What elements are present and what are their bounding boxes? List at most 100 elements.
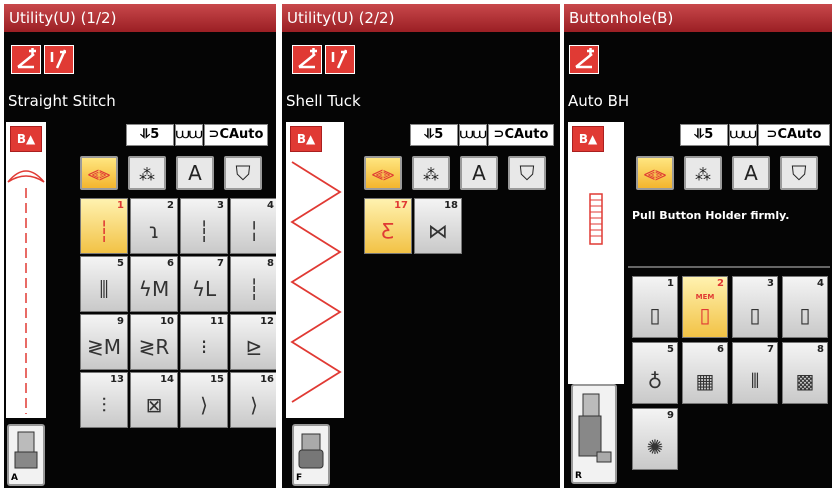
stitch-pattern-icon: ♁ xyxy=(647,369,663,393)
stitch-button-1[interactable]: 1 ▯ xyxy=(632,276,678,338)
category-garment-button[interactable]: ⛉ xyxy=(780,156,818,190)
letter-a-icon: A xyxy=(188,161,202,185)
stitch-button-12[interactable]: 12 ⊵ xyxy=(230,314,276,370)
stitch-button-10[interactable]: 10 ≷R xyxy=(130,314,178,370)
stitch-button-2[interactable]: 2ɿ xyxy=(130,198,178,254)
stitch-button-15[interactable]: 15 ⟩ xyxy=(180,372,228,428)
stitch-length-indicator[interactable]: ⥥5 xyxy=(126,124,174,146)
needle-stop-button[interactable] xyxy=(325,45,355,74)
tension-value: Auto xyxy=(228,127,264,142)
stitch-button-9[interactable]: 9 ✺ xyxy=(632,408,678,470)
stitch-pattern-icon: ≷R xyxy=(138,335,170,359)
shirt-icon: ⛉ xyxy=(519,161,535,185)
feed-dog-indicator[interactable]: ⩊⩊ xyxy=(459,124,487,146)
stitch-button-18[interactable]: 18 ⋈ xyxy=(414,198,462,254)
stitch-button-17[interactable]: 17 Ƹ xyxy=(364,198,412,254)
stitch-length-indicator[interactable]: ⥥5 xyxy=(410,124,458,146)
foot-letter: A xyxy=(11,473,18,483)
category-decorative-button[interactable]: ⁂ xyxy=(412,156,450,190)
tension-value: Auto xyxy=(513,127,549,142)
stitch-button-9[interactable]: 9 ≷M xyxy=(80,314,128,370)
stitch-button-8[interactable]: 8 ▩ xyxy=(782,342,828,404)
stitch-number: 4 xyxy=(817,278,824,289)
stitch-button-4[interactable]: 4 ╎ xyxy=(230,198,276,254)
category-garment-button[interactable]: ⛉ xyxy=(224,156,262,190)
category-decorative-button[interactable]: ⁂ xyxy=(128,156,166,190)
panel-utility-2: Utility(U) (2/2) Shell Tuck B▲ F ⥥5 ⩊⩊ ⊃… xyxy=(282,4,560,488)
stitch-button-3[interactable]: 3 ┆ xyxy=(180,198,228,254)
category-utility-button[interactable]: ⫷⫸ xyxy=(80,156,118,190)
stitch-number: 18 xyxy=(444,200,458,211)
foot-letter: R xyxy=(575,471,582,481)
stitch-button-16[interactable]: 16 ⟩ xyxy=(230,372,276,428)
stitch-number: 11 xyxy=(210,316,224,327)
shell-tuck-preview-icon xyxy=(290,161,342,403)
feed-dog-indicator[interactable]: ⩊⩊ xyxy=(175,124,203,146)
stitch-pattern-icon: ⫶ xyxy=(101,393,107,417)
stitch-button-6[interactable]: 6 ▦ xyxy=(682,342,728,404)
stitch-button-11[interactable]: 11 ⁝ xyxy=(180,314,228,370)
tension-indicator[interactable]: ⊃CAuto xyxy=(204,124,268,146)
stitch-pattern-icon: ┆ xyxy=(247,277,261,301)
stitch-button-6[interactable]: 6 ϟM xyxy=(130,256,178,312)
category-letters-button[interactable]: A xyxy=(732,156,770,190)
stitch-pattern-icon: ┆ xyxy=(97,219,111,243)
stitch-length-indicator[interactable]: ⥥5 xyxy=(680,124,728,146)
stitch-button-4[interactable]: 4 ▯ xyxy=(782,276,828,338)
stitch-pattern-icon: ▯ xyxy=(699,303,711,327)
tension-indicator[interactable]: ⊃CAuto xyxy=(758,124,830,146)
stitch-name: Shell Tuck xyxy=(286,92,361,110)
stitch-pattern-icon: Ƹ xyxy=(381,219,395,243)
stitch-number: 7 xyxy=(217,258,224,269)
stitch-number: 1 xyxy=(117,200,124,211)
category-utility-button[interactable]: ⫷⫸ xyxy=(636,156,674,190)
stitch-name: Auto BH xyxy=(568,92,630,110)
stitch-pattern-icon: ⊠ xyxy=(145,393,163,417)
letter-a-icon: A xyxy=(472,161,486,185)
straight-stitch-preview-icon xyxy=(7,170,45,414)
category-decorative-button[interactable]: ⁂ xyxy=(684,156,722,190)
decorative-category-icon: ⁂ xyxy=(139,165,155,184)
needle-icon xyxy=(331,49,348,69)
presser-foot-icon xyxy=(14,431,38,469)
stitch-button-14[interactable]: 14 ⊠ xyxy=(130,372,178,428)
stitch-number: 15 xyxy=(210,374,224,385)
category-letters-button[interactable]: A xyxy=(176,156,214,190)
stitch-preview: B▲ xyxy=(568,122,624,384)
category-garment-button[interactable]: ⛉ xyxy=(508,156,546,190)
feed-dog-indicator[interactable]: ⩊⩊ xyxy=(729,124,757,146)
stitch-number: 7 xyxy=(767,344,774,355)
stitch-pattern-icon: ▯ xyxy=(799,303,811,327)
stitch-button-2[interactable]: 2 MEM ▯ xyxy=(682,276,728,338)
shirt-icon: ⛉ xyxy=(235,161,251,185)
stitch-button-7[interactable]: 7 ⦀ xyxy=(732,342,778,404)
category-letters-button[interactable]: A xyxy=(460,156,498,190)
presser-foot-lift-button[interactable] xyxy=(569,45,599,74)
tension-indicator[interactable]: ⊃CAuto xyxy=(488,124,554,146)
stitch-number: 5 xyxy=(667,344,674,355)
stitch-button-1[interactable]: 1 ┆ xyxy=(80,198,128,254)
stitch-pattern-icon: ╎ xyxy=(247,219,261,243)
stitch-button-5[interactable]: 5 ⫼ xyxy=(80,256,128,312)
stitch-number: 6 xyxy=(167,258,174,269)
stitch-button-3[interactable]: 3 ▯ xyxy=(732,276,778,338)
stitch-pattern-icon: ϟM xyxy=(138,277,170,301)
stitch-pattern-icon: ≷M xyxy=(86,335,121,359)
needle-stop-button[interactable] xyxy=(44,45,74,74)
presser-foot-indicator: F xyxy=(292,424,330,486)
divider xyxy=(628,266,830,268)
stitch-number: 1 xyxy=(667,278,674,289)
panel-buttonhole: Buttonhole(B) Auto BH B▲ R ⥥5 ⩊⩊ ⊃CAuto … xyxy=(564,4,832,488)
stitch-button-7[interactable]: 7 ϟL xyxy=(180,256,228,312)
stitch-button-13[interactable]: 13 ⫶ xyxy=(80,372,128,428)
panel-title: Buttonhole(B) xyxy=(564,4,832,32)
utility-category-icon: ⫷⫸ xyxy=(371,161,395,185)
stitch-number: 12 xyxy=(260,316,274,327)
stitch-button-8[interactable]: 8 ┆ xyxy=(230,256,276,312)
presser-foot-lift-button[interactable] xyxy=(11,45,41,74)
stitch-button-5[interactable]: 5 ♁ xyxy=(632,342,678,404)
panel-title: Utility(U) (2/2) xyxy=(282,4,560,32)
stitch-number: 10 xyxy=(160,316,174,327)
category-utility-button[interactable]: ⫷⫸ xyxy=(364,156,402,190)
presser-foot-lift-button[interactable] xyxy=(292,45,322,74)
